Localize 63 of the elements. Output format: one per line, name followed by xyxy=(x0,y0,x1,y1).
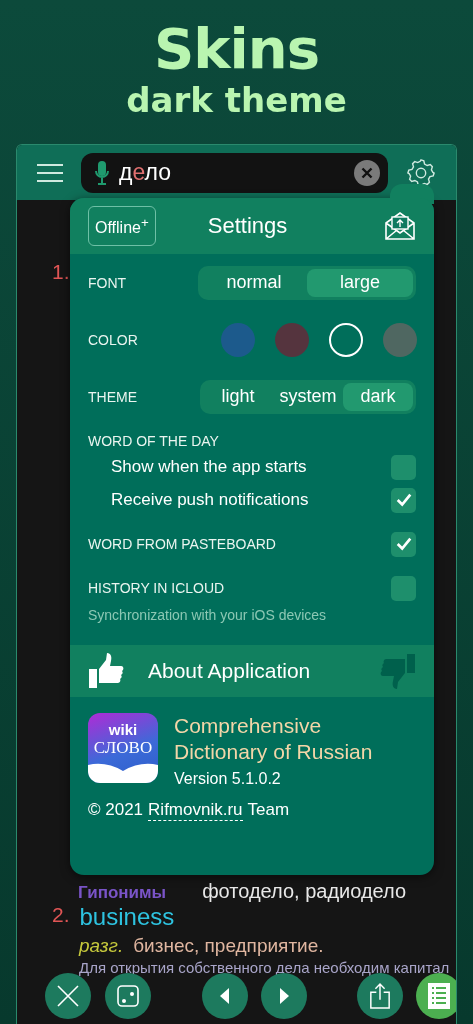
list-button[interactable] xyxy=(416,973,456,1019)
font-option[interactable]: normal xyxy=(201,268,307,297)
theme-option[interactable]: dark xyxy=(343,382,413,411)
share-icon xyxy=(369,983,391,1009)
menu-icon[interactable] xyxy=(37,163,63,182)
page-subtitle: dark theme xyxy=(126,80,347,120)
icloud-label: HISTORY IN ICLOUD xyxy=(88,580,225,596)
theme-label: THEME xyxy=(88,388,137,405)
font-label: FONT xyxy=(88,274,127,291)
search-query: дело xyxy=(119,159,172,186)
color-swatch[interactable] xyxy=(275,322,309,357)
app-name: Dictionary of Russian xyxy=(174,739,373,765)
icloud-note: Synchronization with your iOS devices xyxy=(87,606,328,623)
theme-option[interactable]: system xyxy=(273,382,343,411)
checkbox[interactable] xyxy=(391,531,416,557)
hyponyms-label: Гипонимы xyxy=(78,883,167,903)
settings-icon[interactable] xyxy=(406,157,436,188)
option-label: Receive push notifications xyxy=(111,490,309,510)
next-button[interactable] xyxy=(261,973,307,1019)
clear-icon[interactable] xyxy=(354,159,380,186)
color-swatch[interactable] xyxy=(383,322,417,357)
translation-text: business xyxy=(79,903,175,931)
thumbs-down-icon[interactable] xyxy=(380,653,416,689)
dice-icon xyxy=(116,984,140,1008)
website-link[interactable]: Rifmovnik.ru xyxy=(148,800,243,821)
entry-number: 1. xyxy=(52,260,70,284)
app-icon: wiki СЛОВО xyxy=(88,713,158,783)
theme-option[interactable]: light xyxy=(203,382,273,411)
version-text: Version 5.1.0.2 xyxy=(174,770,282,788)
synonyms-text: бизнес, предприятие. xyxy=(133,935,324,957)
checkbox[interactable] xyxy=(391,487,416,513)
settings-title: Settings xyxy=(207,213,289,239)
list-icon xyxy=(428,983,450,1009)
search-field[interactable]: дело xyxy=(81,152,388,193)
color-label: COLOR xyxy=(88,331,138,348)
pasteboard-label: WORD FROM PASTEBOARD xyxy=(88,536,276,552)
microphone-icon[interactable] xyxy=(95,160,109,185)
checkbox[interactable] xyxy=(391,454,416,480)
close-icon xyxy=(56,984,80,1008)
hyponyms-text: фотодело, радиодело xyxy=(202,880,407,903)
page-title: Skins xyxy=(154,18,319,80)
left-triangle-icon xyxy=(219,988,231,1004)
checkbox[interactable] xyxy=(391,575,416,601)
color-swatch[interactable] xyxy=(329,322,363,357)
right-triangle-icon xyxy=(278,988,290,1004)
app-name: Comprehensive xyxy=(174,713,323,739)
usage-note: разг. xyxy=(79,935,124,957)
check-icon xyxy=(394,535,413,553)
copyright-text: © 2021 xyxy=(88,800,144,821)
font-option[interactable]: large xyxy=(307,268,413,297)
check-icon xyxy=(394,491,413,509)
about-bar[interactable]: About Application xyxy=(70,645,434,697)
prev-button[interactable] xyxy=(202,973,248,1019)
envelope-icon[interactable] xyxy=(384,211,416,241)
team-text: Team xyxy=(247,800,290,821)
thumbs-up-icon[interactable] xyxy=(88,653,124,689)
dice-button[interactable] xyxy=(105,973,151,1019)
about-title: About Application xyxy=(148,659,312,683)
word-of-day-label: WORD OF THE DAY xyxy=(88,433,220,449)
entry-number: 2. xyxy=(52,903,70,927)
offline-badge[interactable]: Offline$^{+}$ xyxy=(88,205,156,247)
option-label: Show when the app starts xyxy=(111,457,307,477)
color-swatch[interactable] xyxy=(221,322,255,357)
